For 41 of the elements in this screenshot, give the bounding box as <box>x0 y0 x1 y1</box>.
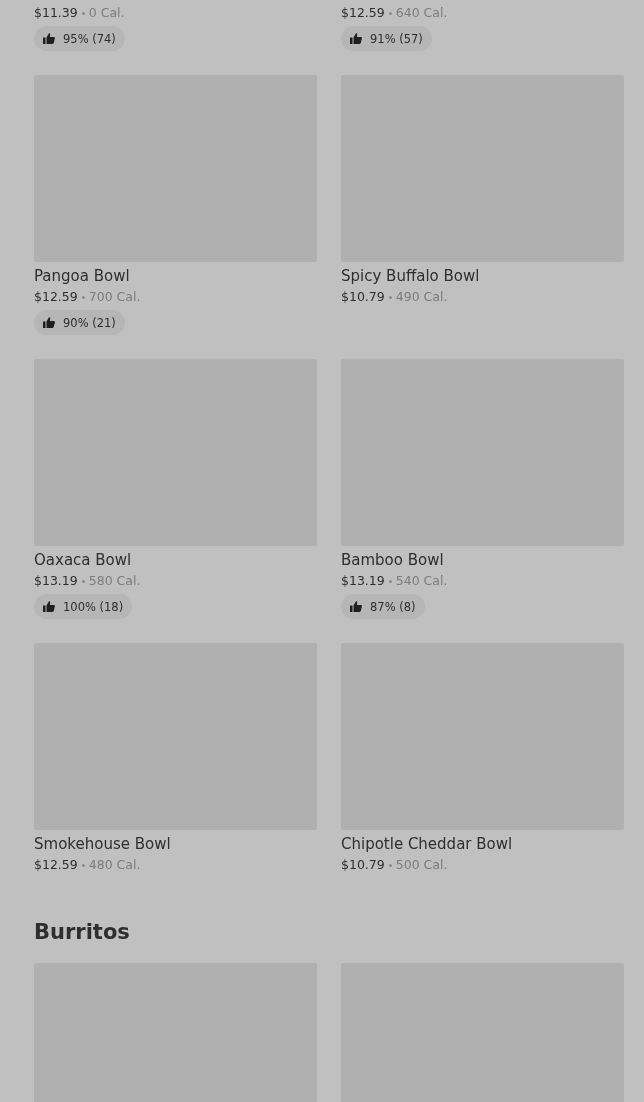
thumbs-up-icon <box>43 33 55 44</box>
rating-badge: 100% (18) <box>34 594 133 619</box>
item-price: $10.79 <box>341 856 385 874</box>
item-name[interactable]: Oaxaca Bowl <box>34 549 132 571</box>
separator-dot <box>388 579 392 583</box>
item-calories: 540 Cal. <box>395 572 448 590</box>
item-calories: 500 Cal. <box>395 856 448 874</box>
thumbs-up-icon <box>43 601 55 612</box>
item-price: $12.59 <box>34 856 78 874</box>
rating-badge: 90% (21) <box>34 310 125 335</box>
item-price: $13.19 <box>341 572 385 590</box>
thumbs-up-icon <box>350 33 362 44</box>
item-calories: 480 Cal. <box>88 856 141 874</box>
item-name[interactable]: Pangoa Bowl <box>34 265 130 287</box>
item-calories: 490 Cal. <box>395 288 448 306</box>
item-price: $11.39 <box>34 4 78 22</box>
separator-dot <box>81 863 85 867</box>
item-calories: 580 Cal. <box>88 572 141 590</box>
item-name[interactable]: Bamboo Bowl <box>341 549 444 571</box>
separator-dot <box>81 579 85 583</box>
item-calories: 700 Cal. <box>88 288 141 306</box>
item-name[interactable]: Spicy Buffalo Bowl <box>341 265 480 287</box>
item-price: $10.79 <box>341 288 385 306</box>
rating-badge: 91% (57) <box>341 26 432 51</box>
rating-badge: 95% (74) <box>34 26 125 51</box>
item-name[interactable]: Smokehouse Bowl <box>34 833 171 855</box>
item-name[interactable]: Chipotle Cheddar Bowl <box>341 833 513 855</box>
thumbs-up-icon <box>43 317 55 328</box>
separator-dot <box>388 863 392 867</box>
thumbs-up-icon <box>350 601 362 612</box>
separator-dot <box>81 295 85 299</box>
item-price: $12.59 <box>341 4 385 22</box>
item-calories: 640 Cal. <box>395 4 448 22</box>
item-price: $13.19 <box>34 572 78 590</box>
rating-badge: 87% (8) <box>341 594 425 619</box>
separator-dot <box>388 11 392 15</box>
item-calories: 0 Cal. <box>88 4 125 22</box>
separator-dot <box>388 295 392 299</box>
separator-dot <box>81 11 85 15</box>
section-title: Burritos <box>34 919 131 946</box>
item-price: $12.59 <box>34 288 78 306</box>
